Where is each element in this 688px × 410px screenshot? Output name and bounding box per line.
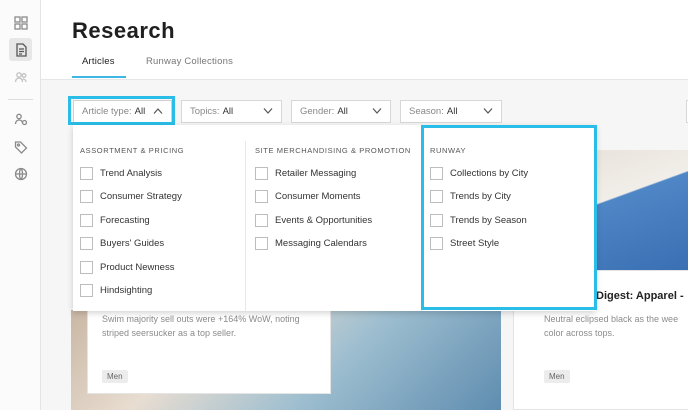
checkbox[interactable] — [255, 236, 268, 250]
season-value: All — [446, 106, 458, 117]
card-tag[interactable]: Men — [102, 370, 128, 383]
option-label: Buyers' Guides — [100, 237, 165, 249]
option-label: Product Newness — [100, 261, 175, 273]
card-snippet-line2: color across tops. — [544, 328, 615, 338]
article-type-highlight — [68, 96, 175, 125]
option-trend-analysis[interactable]: Trend Analysis — [80, 165, 162, 181]
page-title: Research — [72, 18, 176, 43]
option-events-opportunities[interactable]: Events & Opportunities — [255, 212, 372, 228]
option-consumer-moments[interactable]: Consumer Moments — [255, 188, 361, 204]
option-label: Retailer Messaging — [275, 167, 357, 179]
tags-icon[interactable] — [9, 135, 32, 158]
checkbox[interactable] — [255, 166, 268, 180]
tab-runway-collections[interactable]: Runway Collections — [146, 56, 233, 67]
checkbox[interactable] — [80, 213, 93, 227]
chevron-down-icon — [483, 107, 493, 115]
checkbox[interactable] — [80, 189, 93, 203]
topics-label: Topics: — [190, 106, 220, 117]
card-snippet-line1: Swim majority sell outs were +164% WoW, … — [102, 314, 300, 324]
chevron-down-icon — [263, 107, 273, 115]
users-gear-icon[interactable] — [9, 107, 32, 130]
option-label: Consumer Moments — [275, 190, 361, 202]
article-image-right[interactable] — [597, 150, 688, 270]
checkbox[interactable] — [255, 189, 268, 203]
option-label: Messaging Calendars — [275, 237, 367, 249]
option-label: Hindsighting — [100, 284, 153, 296]
card-snippet-line1: Neutral eclipsed black as the wee — [544, 314, 679, 324]
option-hindsighting[interactable]: Hindsighting — [80, 282, 152, 298]
chevron-down-icon — [372, 107, 382, 115]
document-icon[interactable] — [9, 38, 32, 61]
option-label: Consumer Strategy — [100, 190, 182, 202]
checkbox[interactable] — [80, 166, 93, 180]
topics-value: All — [222, 106, 234, 117]
option-forecasting[interactable]: Forecasting — [80, 212, 150, 228]
column-heading-site-merchandising: SITE MERCHANDISING & PROMOTION — [255, 146, 411, 155]
option-label: Events & Opportunities — [275, 214, 373, 226]
people-icon[interactable] — [9, 65, 32, 88]
article-card-left[interactable]: Swim majority sell outs were +164% WoW, … — [87, 310, 331, 394]
option-retailer-messaging[interactable]: Retailer Messaging — [255, 165, 356, 181]
checkbox[interactable] — [80, 236, 93, 250]
option-product-newness[interactable]: Product Newness — [80, 259, 174, 275]
topics-filter[interactable]: Topics: All — [181, 100, 282, 123]
season-filter[interactable]: Season: All — [400, 100, 502, 123]
page-header: Research Articles Runway Collections — [41, 0, 688, 80]
option-consumer-strategy[interactable]: Consumer Strategy — [80, 188, 182, 204]
tab-articles[interactable]: Articles — [82, 56, 115, 67]
checkbox[interactable] — [80, 260, 93, 274]
column-divider — [245, 141, 246, 311]
gender-filter[interactable]: Gender: All — [291, 100, 391, 123]
option-label: Trend Analysis — [100, 167, 162, 179]
card-title[interactable]: Digest: Apparel - — [596, 290, 684, 302]
season-label: Season: — [409, 106, 444, 117]
globe-icon[interactable] — [9, 162, 32, 185]
rail-separator — [8, 99, 33, 100]
option-buyers-guides[interactable]: Buyers' Guides — [80, 235, 164, 251]
runway-column-highlight — [421, 125, 597, 310]
option-label: Forecasting — [100, 214, 150, 226]
gender-label: Gender: — [300, 106, 335, 117]
gender-value: All — [337, 106, 348, 117]
card-snippet-line2: striped seersucker as a top seller. — [102, 328, 237, 338]
dashboard-icon[interactable] — [9, 11, 32, 34]
left-rail — [0, 0, 41, 410]
option-messaging-calendars[interactable]: Messaging Calendars — [255, 235, 367, 251]
active-tab-indicator — [72, 76, 126, 78]
checkbox[interactable] — [255, 213, 268, 227]
column-heading-assortment: ASSORTMENT & PRICING — [80, 146, 185, 155]
checkbox[interactable] — [80, 283, 93, 297]
card-tag[interactable]: Men — [544, 370, 570, 383]
